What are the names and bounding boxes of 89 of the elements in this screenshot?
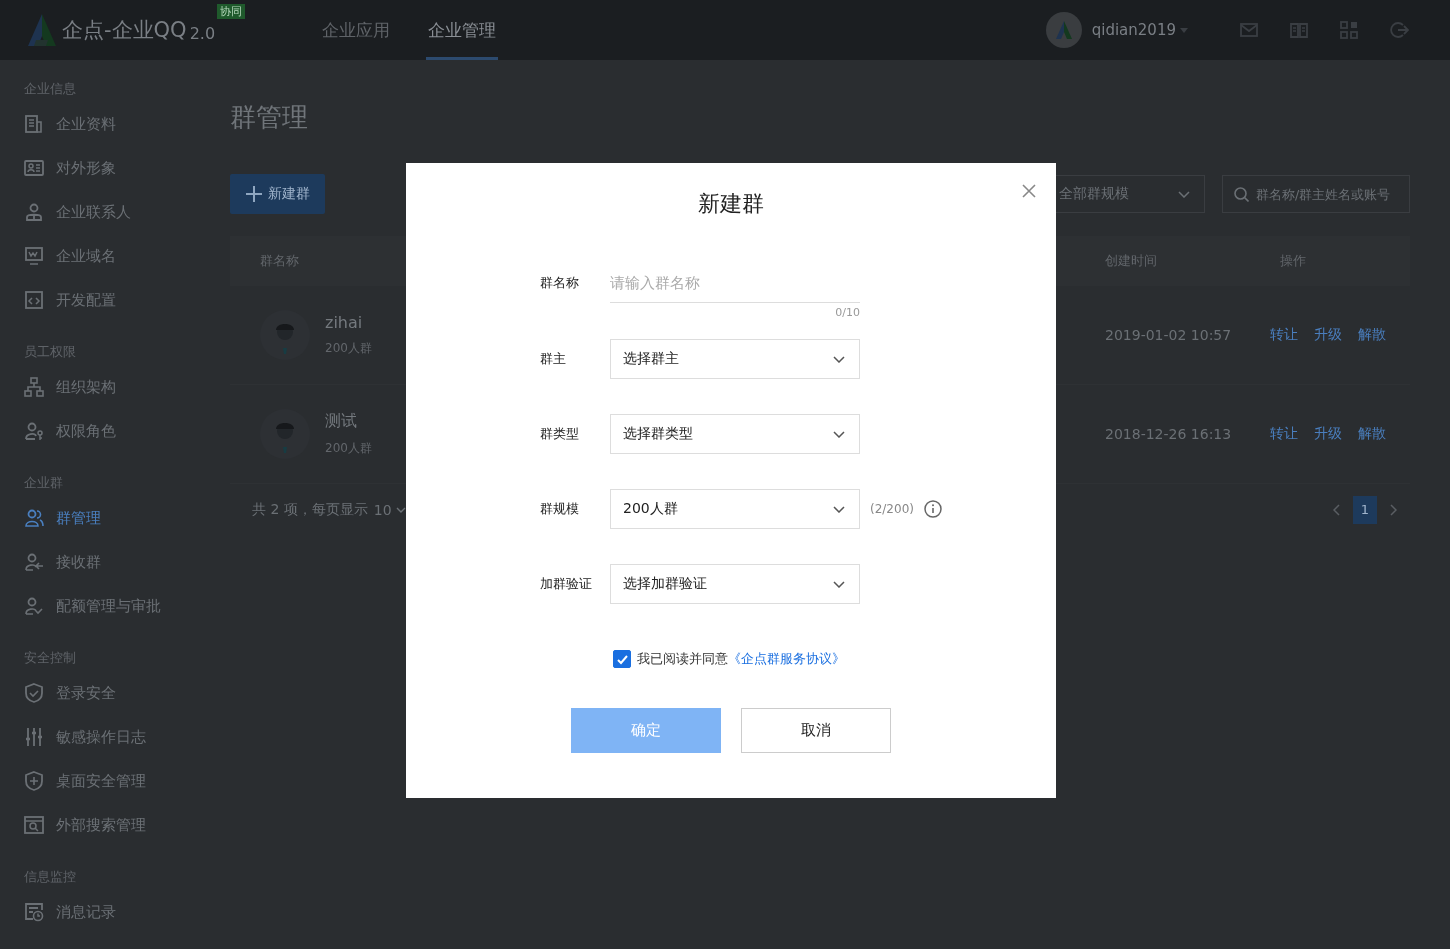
org-chart-icon (24, 377, 44, 397)
nav-tab[interactable]: 企业管理 (426, 0, 498, 60)
agreement-text: 我已阅读并同意 (637, 650, 728, 668)
action-link[interactable]: 解散 (1358, 326, 1386, 344)
close-icon (1022, 184, 1036, 198)
agreement-link[interactable]: 《企点群服务协议》 (728, 650, 845, 668)
chevron-down-icon (395, 507, 406, 513)
chevron-down-icon (833, 430, 845, 438)
sidebar-item[interactable]: 接收群 (0, 540, 205, 584)
select-field[interactable]: 200人群 (610, 489, 860, 529)
checkmark-icon (615, 653, 629, 665)
sidebar-item[interactable]: 敏感操作日志 (0, 715, 205, 759)
character-counter: 0/10 (834, 305, 860, 321)
cancel-button[interactable]: 取消 (741, 708, 891, 753)
sidebar-item[interactable]: 外部搜索管理 (0, 803, 205, 847)
action-link[interactable]: 转让 (1270, 425, 1298, 443)
group-name: 测试 (325, 411, 358, 432)
chevron-down-icon (833, 580, 845, 588)
select-field[interactable]: 选择群类型 (610, 414, 860, 454)
new-group-button[interactable]: 新建群 (230, 174, 325, 214)
chevron-down-icon (833, 505, 845, 513)
person-icon (24, 202, 44, 222)
monitor-icon (24, 246, 44, 266)
field-label: 群主 (540, 350, 567, 368)
shield-check-icon (24, 683, 44, 703)
sidebar-item[interactable]: 企业资料 (0, 102, 205, 146)
sidebar-item[interactable]: 登录安全 (0, 671, 205, 715)
chevron-down-icon (833, 355, 845, 363)
sidebar-item[interactable]: 企业联系人 (0, 190, 205, 234)
agreement-checkbox[interactable] (613, 650, 631, 668)
action-link[interactable]: 升级 (1314, 326, 1342, 344)
shield-plus-icon (24, 771, 44, 791)
search-icon (1234, 187, 1249, 202)
user-menu[interactable]: qidian2019 (1091, 21, 1188, 39)
sidebar-item[interactable]: 组织架构 (0, 365, 205, 409)
sidebar-item[interactable]: 桌面安全管理 (0, 759, 205, 803)
chevron-right-icon[interactable] (1390, 504, 1397, 516)
window-search-icon (24, 815, 44, 835)
action-link[interactable]: 转让 (1270, 326, 1298, 344)
edition-badge: 协同 (217, 4, 246, 19)
sidebar-item[interactable]: 开发配置 (0, 278, 205, 322)
sidebar-item[interactable]: 消息记录 (0, 890, 205, 934)
person-arrow-icon (24, 552, 44, 572)
sidebar-item[interactable]: 群管理 (0, 496, 205, 540)
pagination-summary: 共 2 项，每页显示 (252, 501, 368, 519)
page-button[interactable]: 1 (1353, 496, 1377, 524)
logout-icon[interactable] (1389, 20, 1409, 40)
quota-note: (2/200) (870, 502, 914, 516)
plus-icon (245, 186, 262, 202)
sidebar-item[interactable]: 对外形象 (0, 146, 205, 190)
user-avatar[interactable] (1045, 12, 1082, 48)
book-icon[interactable] (1289, 20, 1309, 40)
person-key-icon (24, 421, 44, 441)
version-label: 2.0 (189, 23, 216, 43)
field-label: 群类型 (540, 425, 580, 443)
group-name: zihai (325, 313, 364, 332)
caret-icon (1180, 27, 1188, 33)
message-clock-icon (24, 902, 44, 922)
mail-icon[interactable] (1239, 20, 1259, 40)
id-card-icon (24, 158, 44, 178)
search-field[interactable]: 群名称/群主姓名或账号 (1222, 175, 1410, 213)
table-cell-text: 2018-12-26 16:13 (1104, 426, 1233, 442)
select-field[interactable]: 选择加群验证 (610, 564, 860, 604)
page-size-select[interactable]: 10 (373, 502, 406, 518)
chevron-left-icon[interactable] (1333, 504, 1340, 516)
brand-name: 企点-企业QQ (62, 17, 187, 44)
select-field[interactable]: 选择群主 (610, 339, 860, 379)
chevron-down-icon (1178, 190, 1190, 198)
table-cell-text: 2019-01-02 10:57 (1104, 327, 1233, 343)
person-check-icon (24, 596, 44, 616)
sliders-icon (24, 727, 44, 747)
grid-icon[interactable] (1339, 20, 1359, 40)
action-link[interactable]: 升级 (1314, 425, 1342, 443)
info-icon[interactable] (923, 500, 942, 518)
field-label: 群规模 (540, 500, 580, 518)
code-icon (24, 290, 44, 310)
sidebar-item[interactable]: 配额管理与审批 (0, 584, 205, 628)
field-label: 群名称 (540, 274, 580, 292)
action-link[interactable]: 解散 (1358, 425, 1386, 443)
page-title: 群管理 (230, 101, 309, 134)
dialog-title: 新建群 (698, 190, 764, 218)
column-header: 群名称 (259, 252, 300, 270)
field-label: 加群验证 (540, 575, 593, 593)
document-icon (24, 114, 44, 134)
people-icon (24, 508, 44, 528)
sidebar-item[interactable]: 企业域名 (0, 234, 205, 278)
close-button[interactable] (1020, 182, 1038, 200)
sidebar-item[interactable]: 权限角色 (0, 409, 205, 453)
nav-tab[interactable]: 企业应用 (320, 0, 392, 60)
